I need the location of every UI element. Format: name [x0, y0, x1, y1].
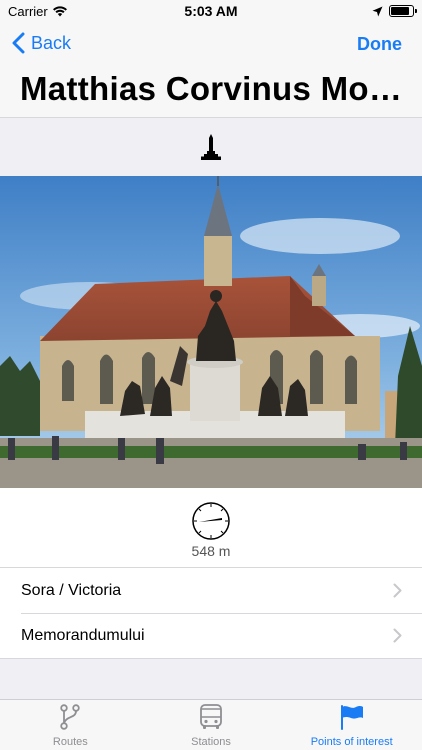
page-title: Matthias Corvinus Mo… [20, 70, 403, 107]
poi-photo [0, 176, 422, 488]
list-item-label: Sora / Victoria [21, 581, 122, 599]
tab-label: Routes [52, 736, 88, 748]
tab-routes[interactable]: Routes [0, 700, 141, 750]
status-right [372, 5, 417, 17]
battery-fill [391, 7, 409, 15]
chevron-left-icon [12, 32, 25, 54]
monument-icon [201, 134, 221, 160]
route-icon [59, 702, 81, 732]
list-item[interactable]: Sora / Victoria [0, 568, 422, 613]
chevron-right-icon [393, 628, 402, 643]
bus-icon [199, 702, 223, 732]
tab-bar: Routes Stations Points of interest [0, 699, 422, 750]
navigation-bar: Back Done Matthias Corvinus Mo… [0, 22, 422, 118]
chevron-right-icon [393, 583, 402, 598]
battery-icon [389, 5, 417, 17]
done-button[interactable]: Done [357, 34, 402, 55]
status-left: Carrier [8, 4, 68, 19]
distance-label: 548 m [191, 543, 231, 559]
tab-label: Stations [191, 736, 231, 748]
tab-stations[interactable]: Stations [141, 700, 282, 750]
list-item[interactable]: Memorandumului [0, 613, 422, 658]
station-list: Sora / Victoria Memorandumului [0, 567, 422, 659]
flag-icon [339, 702, 365, 732]
tab-label: Points of interest [310, 736, 393, 748]
status-bar: Carrier 5:03 AM [0, 0, 422, 22]
location-arrow-icon [372, 6, 383, 16]
statue-and-church-photo [0, 176, 422, 488]
back-label: Back [31, 32, 72, 53]
poi-type-strip [0, 118, 422, 176]
list-item-label: Memorandumului [21, 626, 145, 644]
wifi-icon [52, 6, 67, 17]
compass-icon [192, 502, 230, 540]
compass-area: 548 m [0, 488, 422, 567]
tab-points-of-interest[interactable]: Points of interest [281, 700, 422, 750]
back-button[interactable]: Back [12, 32, 71, 54]
carrier-label: Carrier [8, 3, 48, 19]
